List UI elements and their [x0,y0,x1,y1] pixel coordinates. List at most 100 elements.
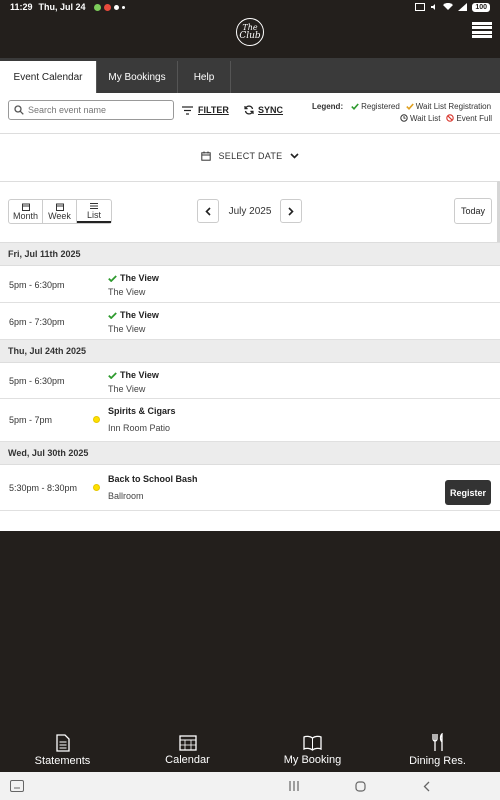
event-title: The View [108,273,159,283]
search-box[interactable] [8,100,174,120]
home-icon[interactable] [355,781,366,792]
status-time: 11:29 [10,2,33,12]
bottom-navigation: Statements Calendar My Booking Dining Re… [0,728,500,772]
search-input[interactable] [28,105,168,115]
event-time: 5pm - 6:30pm [9,376,65,386]
legend-event-full-label: Event Full [456,113,492,123]
week-view-label: Week [48,210,71,221]
chevron-down-icon [290,153,300,159]
toolbar-divider [0,133,500,134]
registered-check-icon [108,371,117,379]
system-icons: 100 [415,2,490,12]
nav-calendar[interactable]: Calendar [125,728,250,772]
document-icon [55,733,70,752]
month-view-label: Month [12,210,38,221]
legend-wait-list-registration-label: Wait List Registration [415,101,492,111]
calendar-icon [200,151,211,161]
event-title-text: The View [120,310,159,320]
register-button[interactable]: Register [445,480,491,505]
clock-icon [400,114,408,122]
legend-wait-list: Wait List [400,114,440,123]
event-title: The View [108,310,159,320]
event-row[interactable]: 5pm - 6:30pm The View The View [0,363,500,399]
filter-label: FILTER [198,105,229,115]
legend-registered-label: Registered [361,101,400,111]
event-row[interactable]: 5pm - 7pm Spirits & Cigars Inn Room Pati… [0,399,500,442]
open-status-dot-icon [93,416,100,423]
app-header: The Club [0,14,500,58]
tab-event-calendar[interactable]: Event Calendar [0,61,97,93]
nav-dining-reservations[interactable]: Dining Res. [375,728,500,772]
nav-statements-label: Statements [34,754,91,767]
event-row[interactable]: 5pm - 6:30pm The View The View [0,266,500,303]
open-status-dot-icon [93,484,100,491]
event-status [93,484,100,491]
notification-icons [93,3,125,11]
filter-button[interactable]: FILTER [182,105,229,115]
event-title-text: The View [120,273,159,283]
day-header: Fri, Jul 11th 2025 [0,243,500,266]
book-icon [303,735,322,751]
event-location: The View [108,287,146,297]
chevron-left-icon [205,206,211,216]
check-icon [406,102,414,110]
mute-icon [431,4,436,10]
tab-my-bookings[interactable]: My Bookings [97,61,178,93]
event-time: 6pm - 7:30pm [9,317,65,327]
location-icon [113,4,119,10]
battery-indicator: 100 [472,2,490,12]
nav-calendar-label: Calendar [165,754,210,766]
legend-wait-list-registration: Wait List Registration [406,102,491,111]
sync-button[interactable]: SYNC [244,105,283,115]
previous-month-button[interactable] [197,199,219,223]
view-toggle: Month Week List [8,199,112,224]
cast-icon [415,3,426,11]
event-title-text: The View [120,370,159,380]
recent-apps-icon[interactable] [289,781,299,791]
list-view-label: List [86,209,101,220]
calendar-icon [21,203,30,211]
signal-icon [458,3,468,11]
month-view-button[interactable]: Month [9,200,43,223]
event-status [93,416,100,423]
nav-my-booking[interactable]: My Booking [250,728,375,772]
calendar-navigation: Month Week List July 2025 Today [0,198,500,228]
calendar-icon [55,203,64,211]
list-icon [90,202,98,209]
event-location: The View [108,324,146,334]
sync-label: SYNC [258,105,284,115]
keyboard-icon[interactable] [10,780,24,792]
sync-icon [244,105,254,115]
nav-dining-label: Dining Res. [409,755,466,767]
check-icon [351,102,359,110]
event-title: The View [108,370,159,380]
date-select-divider [0,181,500,182]
day-header: Thu, Jul 24th 2025 [0,340,500,363]
event-row[interactable]: 5:30pm - 8:30pm Back to School Bash Ball… [0,465,500,511]
tab-help[interactable]: Help [178,61,231,93]
select-date-button[interactable]: SELECT DATE [0,151,500,161]
android-icon [93,3,101,11]
event-row[interactable]: 6pm - 7:30pm The View The View [0,303,500,340]
club-logo[interactable]: The Club [236,18,264,46]
legend-wait-list-label: Wait List [410,113,441,123]
event-location: Ballroom [108,491,144,501]
nav-my-booking-label: My Booking [283,753,342,766]
list-view-button[interactable]: List [77,200,111,223]
calendar-icon [178,735,197,751]
event-location: The View [108,384,146,394]
registered-check-icon [108,274,117,282]
system-navigation-bar [0,772,500,800]
today-button[interactable]: Today [454,198,492,224]
legend: Legend: Registered Wait List Registratio… [312,100,496,124]
event-calendar-panel: FILTER SYNC Legend: Registered Wait List… [0,93,500,531]
back-icon[interactable] [423,781,430,792]
event-time: 5pm - 6:30pm [9,280,65,290]
filter-icon [182,105,193,115]
nav-statements[interactable]: Statements [0,728,125,772]
next-month-button[interactable] [280,199,302,223]
prohibited-icon [446,114,455,122]
menu-icon[interactable] [472,22,492,38]
wifi-icon [443,3,454,10]
week-view-button[interactable]: Week [43,200,77,223]
